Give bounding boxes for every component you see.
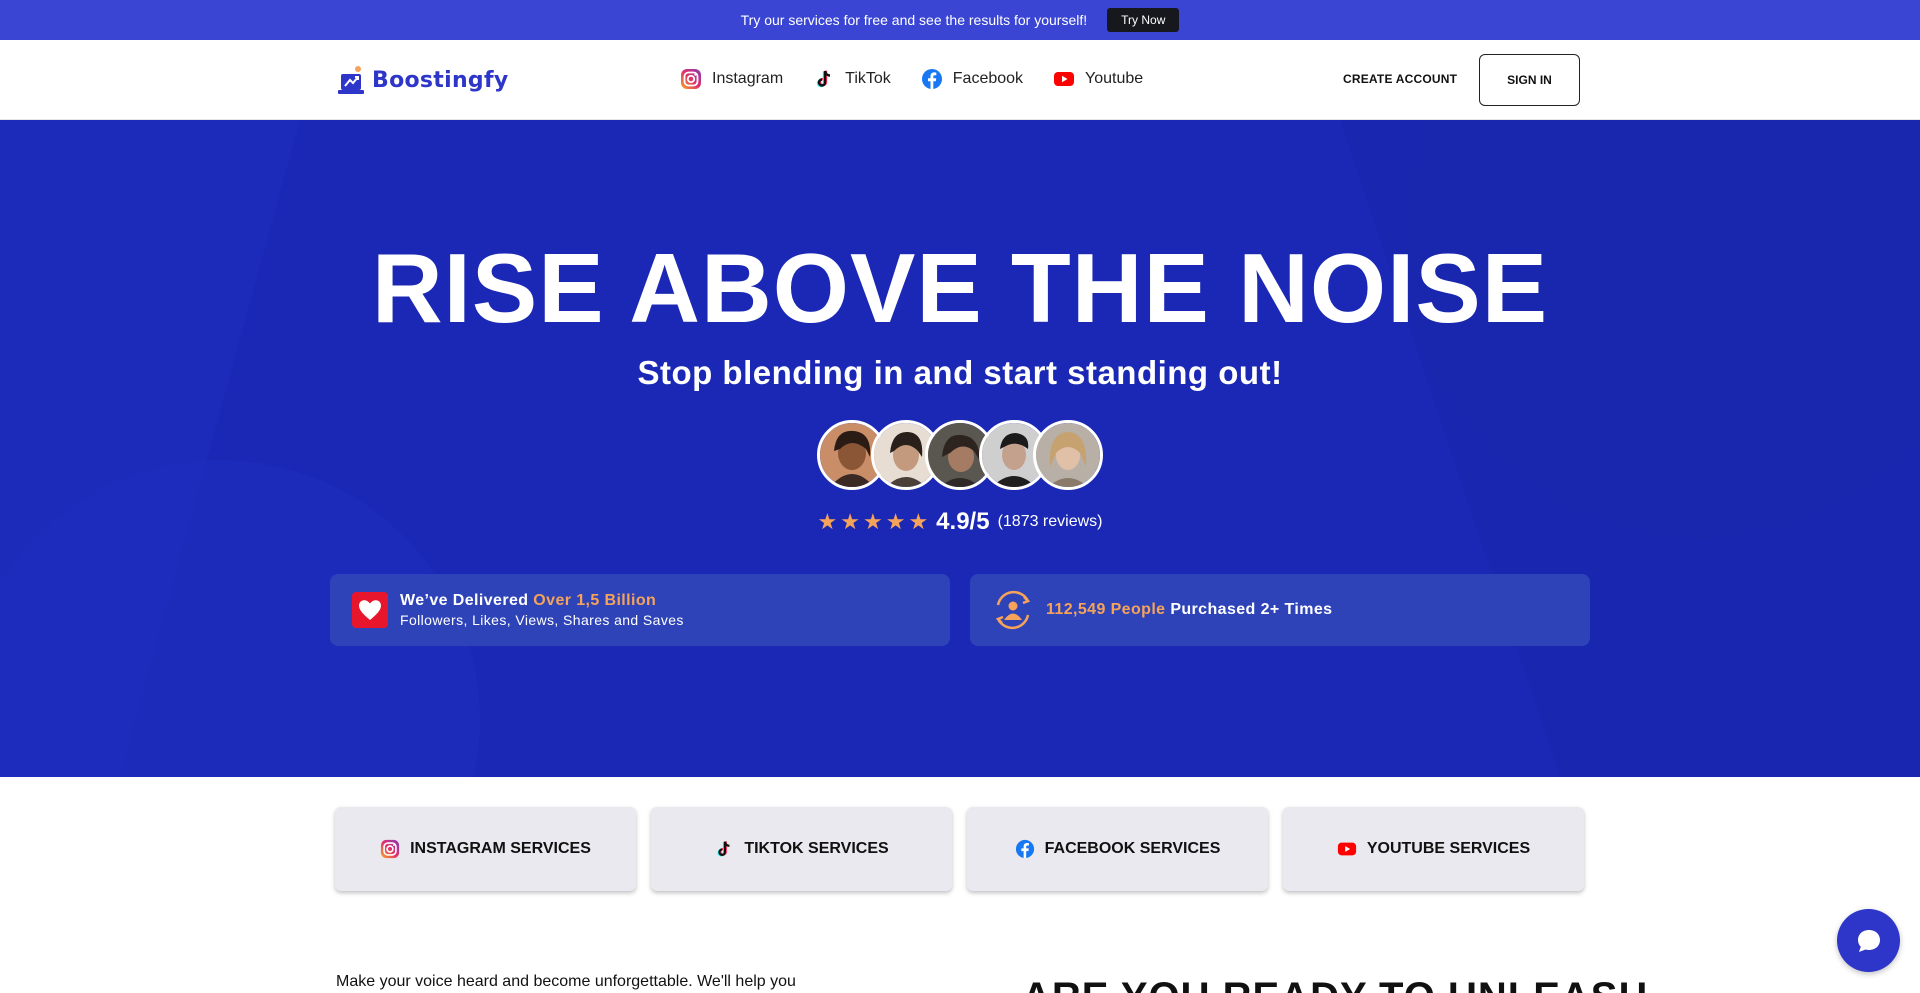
star-icon: ★ (840, 509, 860, 534)
tiktok-services-button[interactable]: TIKTOK SERVICES (651, 807, 952, 891)
hero-title: RISE ABOVE THE NOISE (371, 233, 1549, 343)
facebook-icon (921, 68, 943, 90)
delivered-highlight: Over 1,5 Billion (533, 592, 657, 609)
heart-icon (352, 592, 388, 628)
rating-value: 4.9/5 (936, 508, 990, 535)
chat-bubble-icon (1857, 929, 1880, 952)
sign-in-button[interactable]: SIGN IN (1479, 54, 1580, 106)
delivered-prefix: We’ve Delivered (400, 592, 534, 609)
logo-icon (338, 66, 364, 94)
logo-text: Boostingfy (372, 67, 509, 93)
rating-count: (1873 reviews) (997, 513, 1103, 530)
nav-label: Instagram (712, 70, 784, 87)
instagram-icon (680, 68, 702, 90)
delivered-stat-line2: Followers, Likes, Views, Shares and Save… (400, 612, 684, 628)
chat-button[interactable] (1837, 909, 1900, 972)
hero-subtitle: Stop blending in and start standing out! (637, 354, 1283, 391)
avatar (1033, 420, 1103, 490)
main-nav: Instagram TikTok Facebook Youtube (680, 68, 1143, 90)
star-icon: ★ (908, 509, 929, 534)
section-heading: ARE YOU READY TO UNLEASH (1022, 975, 1648, 993)
service-label: TIKTOK SERVICES (744, 840, 889, 857)
facebook-icon (1015, 839, 1035, 859)
services-row: INSTAGRAM SERVICES TIKTOK SERVICES FACEB… (335, 807, 1584, 891)
repeat-buyers-stat-card: 112,549 People Purchased 2+ Times (970, 574, 1590, 646)
intro-paragraph: Make your voice heard and become unforge… (336, 973, 796, 990)
tiktok-icon (714, 839, 734, 859)
nav-item-youtube[interactable]: Youtube (1053, 68, 1143, 90)
nav-item-instagram[interactable]: Instagram (680, 68, 783, 90)
avatar-group (817, 420, 1117, 490)
repeat-buyers-suffix: Purchased 2+ Times (1165, 601, 1333, 618)
hero-section: RISE ABOVE THE NOISE Stop blending in an… (0, 120, 1920, 777)
star-icon: ★ (862, 509, 883, 534)
promo-bar: Try our services for free and see the re… (0, 0, 1920, 40)
star-icon: ★ (885, 509, 906, 534)
nav-label: Youtube (1085, 70, 1144, 87)
youtube-icon (1337, 839, 1357, 859)
repeat-buyers-highlight: 112,549 People (1046, 601, 1166, 618)
nav-label: TikTok (845, 70, 891, 87)
facebook-services-button[interactable]: FACEBOOK SERVICES (967, 807, 1268, 891)
instagram-icon (380, 839, 400, 859)
service-label: INSTAGRAM SERVICES (410, 840, 591, 857)
youtube-icon (1053, 68, 1075, 90)
instagram-services-button[interactable]: INSTAGRAM SERVICES (335, 807, 636, 891)
star-rating: ★ ★ ★ ★ ★ (818, 511, 929, 533)
delivered-stat-card: We’ve Delivered Over 1,5 Billion Followe… (330, 574, 950, 646)
nav-label: Facebook (952, 70, 1024, 87)
promo-text: Try our services for free and see the re… (740, 12, 1088, 28)
site-header: Boostingfy Instagram TikTok Facebook You… (0, 40, 1920, 120)
logo[interactable]: Boostingfy (338, 64, 508, 96)
delivered-stat-line1: We’ve Delivered Over 1,5 Billion (400, 592, 684, 610)
create-account-link[interactable]: CREATE ACCOUNT (1343, 72, 1457, 86)
try-now-button[interactable]: Try Now (1107, 8, 1180, 32)
youtube-services-button[interactable]: YOUTUBE SERVICES (1283, 807, 1584, 891)
nav-item-tiktok[interactable]: TikTok (813, 68, 891, 90)
rating-summary: ★ ★ ★ ★ ★ 4.9/5 (1873 reviews) (0, 508, 1920, 536)
service-label: YOUTUBE SERVICES (1366, 840, 1531, 857)
service-label: FACEBOOK SERVICES (1044, 840, 1221, 857)
repeat-customer-icon (995, 590, 1031, 630)
star-icon: ★ (817, 509, 838, 534)
tiktok-icon (813, 68, 835, 90)
repeat-buyers-text: 112,549 People Purchased 2+ Times (1046, 601, 1332, 619)
nav-item-facebook[interactable]: Facebook (921, 68, 1023, 90)
